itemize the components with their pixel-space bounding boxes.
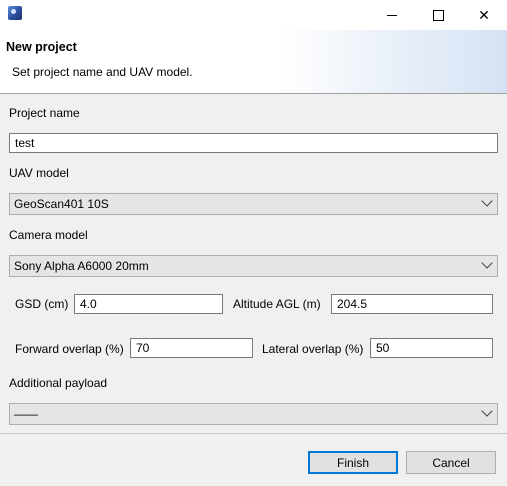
forward-overlap-label: Forward overlap (%) [15, 342, 124, 356]
close-icon: ✕ [478, 6, 490, 23]
header-banner: New project Set project name and UAV mod… [0, 30, 507, 93]
altitude-label: Altitude AGL (m) [233, 297, 321, 311]
chevron-down-icon [481, 257, 493, 269]
project-name-label: Project name [9, 106, 80, 120]
minimize-button[interactable] [369, 0, 415, 30]
uav-model-select[interactable]: GeoScan401 10S [9, 193, 498, 215]
additional-payload-value: —— [14, 407, 38, 421]
title-bar: ✕ [0, 0, 507, 30]
additional-payload-label: Additional payload [9, 376, 108, 390]
project-name-input[interactable]: test [9, 133, 498, 153]
camera-model-value: Sony Alpha A6000 20mm [14, 259, 149, 273]
maximize-icon [432, 9, 444, 21]
altitude-input[interactable]: 204.5 [331, 294, 493, 314]
gsd-input[interactable]: 4.0 [74, 294, 223, 314]
app-icon [8, 6, 22, 20]
header-divider [0, 93, 507, 94]
finish-button[interactable]: Finish [308, 451, 398, 474]
forward-overlap-input[interactable]: 70 [130, 338, 253, 358]
chevron-down-icon [481, 195, 493, 207]
gsd-label: GSD (cm) [15, 297, 69, 311]
dialog-title: New project [6, 40, 77, 54]
cancel-button[interactable]: Cancel [406, 451, 496, 474]
additional-payload-select[interactable]: —— [9, 403, 498, 425]
lateral-overlap-label: Lateral overlap (%) [262, 342, 364, 356]
camera-model-select[interactable]: Sony Alpha A6000 20mm [9, 255, 498, 277]
dialog-subtitle: Set project name and UAV model. [12, 65, 193, 79]
chevron-down-icon [481, 405, 493, 417]
close-button[interactable]: ✕ [461, 0, 507, 30]
maximize-button[interactable] [415, 0, 461, 30]
uav-model-value: GeoScan401 10S [14, 197, 109, 211]
lateral-overlap-input[interactable]: 50 [370, 338, 493, 358]
button-bar-divider [0, 433, 507, 434]
minimize-icon [387, 14, 397, 16]
uav-model-label: UAV model [9, 166, 69, 180]
camera-model-label: Camera model [9, 228, 88, 242]
